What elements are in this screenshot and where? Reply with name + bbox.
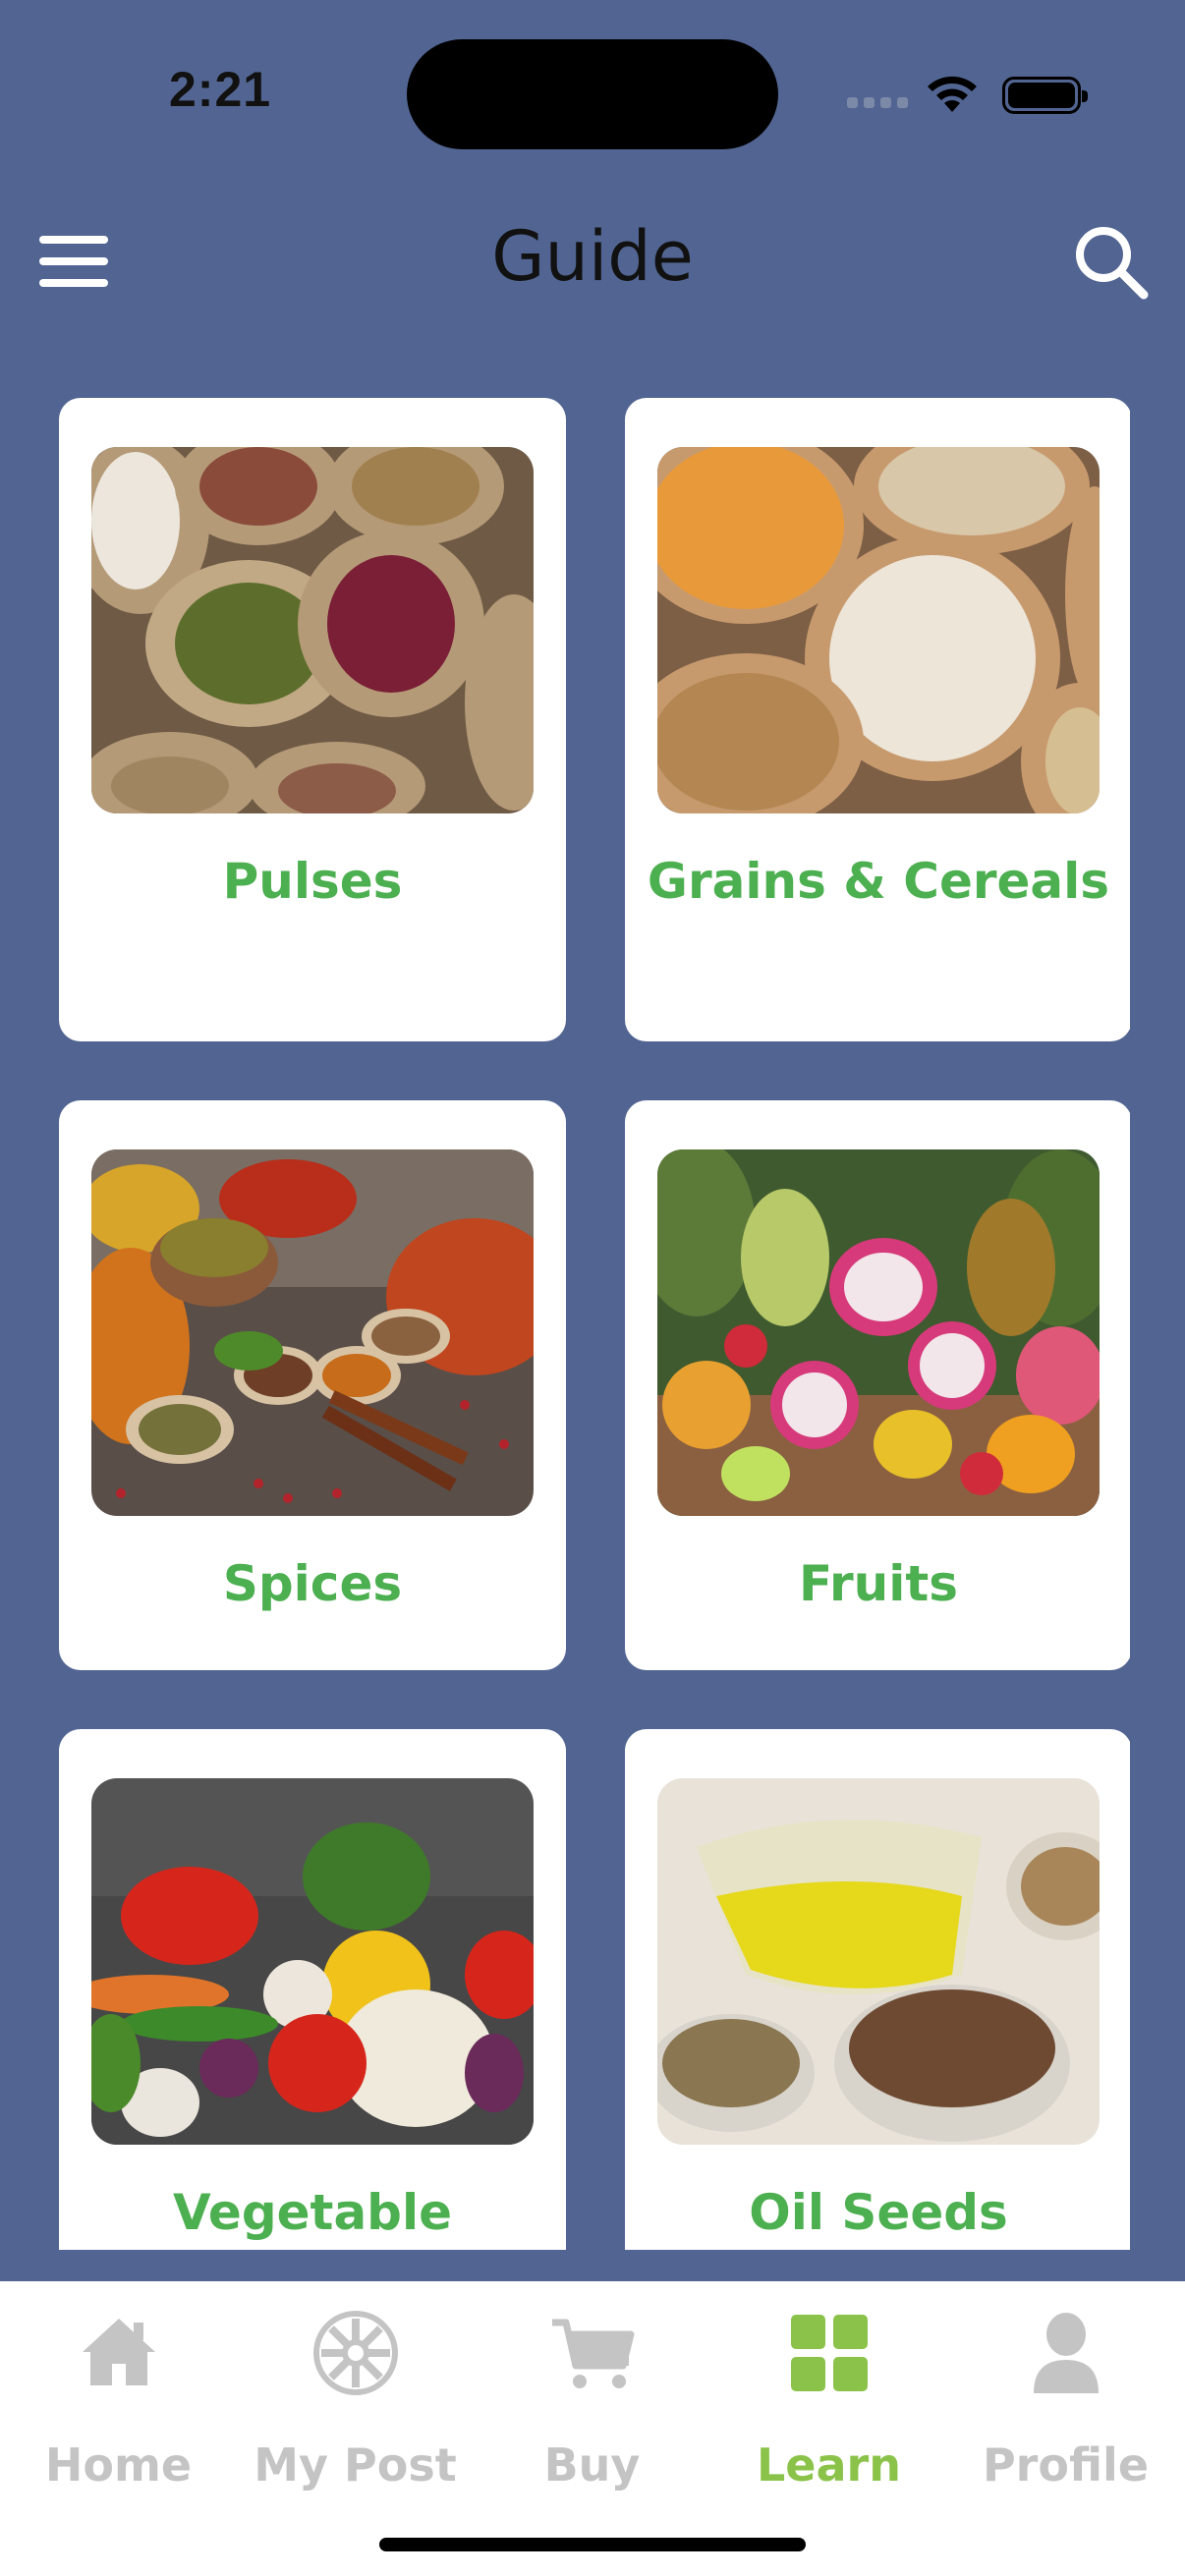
category-label-vegetable: Vegetable bbox=[172, 2184, 453, 2241]
grid-icon bbox=[790, 2315, 868, 2391]
category-card-spices[interactable]: Spices bbox=[59, 1100, 566, 1670]
wifi-icon bbox=[928, 76, 977, 112]
tab-label-learn: Learn bbox=[757, 2438, 901, 2492]
category-image-fruits bbox=[657, 1149, 1100, 1516]
battery-icon bbox=[1002, 77, 1088, 114]
status-time: 2:21 bbox=[169, 62, 272, 117]
tab-label-home: Home bbox=[44, 2438, 193, 2492]
category-card-fruits[interactable]: Fruits bbox=[625, 1100, 1130, 1670]
category-label-oil-seeds: Oil Seeds bbox=[749, 2184, 1008, 2241]
tab-label-profile: Profile bbox=[982, 2438, 1150, 2492]
tab-my-post[interactable]: My Post bbox=[237, 2281, 474, 2497]
category-grid: Pulses Grains & Cereals Spices Fruits Ve… bbox=[59, 398, 1130, 2250]
tab-home[interactable]: Home bbox=[0, 2281, 237, 2497]
page-title: Guide bbox=[491, 216, 694, 297]
category-label-grains-cereals: Grains & Cereals bbox=[647, 853, 1110, 910]
category-card-grains-cereals[interactable]: Grains & Cereals bbox=[625, 398, 1130, 1041]
tab-label-my-post: My Post bbox=[254, 2438, 457, 2492]
cart-icon bbox=[551, 2319, 634, 2388]
category-card-vegetable[interactable]: Vegetable bbox=[59, 1729, 566, 2250]
category-image-vegetable bbox=[91, 1778, 534, 2145]
tab-buy[interactable]: Buy bbox=[474, 2281, 710, 2497]
category-label-fruits: Fruits bbox=[798, 1555, 958, 1612]
app-header: Guide bbox=[0, 187, 1185, 334]
search-icon[interactable] bbox=[1071, 222, 1150, 301]
tab-profile[interactable]: Profile bbox=[947, 2281, 1184, 2497]
category-card-pulses[interactable]: Pulses bbox=[59, 398, 566, 1041]
category-card-oil-seeds[interactable]: Oil Seeds bbox=[625, 1729, 1130, 2250]
category-label-pulses: Pulses bbox=[222, 853, 403, 910]
category-image-spices bbox=[91, 1149, 534, 1516]
category-image-oil-seeds bbox=[657, 1778, 1100, 2145]
category-image-pulses bbox=[91, 447, 534, 813]
cellular-signal-icon bbox=[847, 94, 908, 108]
my-post-icon bbox=[312, 2311, 398, 2395]
dynamic-island bbox=[407, 39, 778, 149]
category-image-grains-cereals bbox=[657, 447, 1100, 813]
home-indicator bbox=[379, 2538, 806, 2551]
category-label-spices: Spices bbox=[222, 1555, 403, 1612]
profile-icon bbox=[1033, 2313, 1099, 2393]
home-icon bbox=[82, 2319, 155, 2385]
status-bar: 2:21 bbox=[0, 0, 1185, 187]
tab-label-buy: Buy bbox=[543, 2438, 641, 2492]
bottom-tab-bar: Home My Post Buy Learn Profile bbox=[0, 2281, 1185, 2576]
tab-learn[interactable]: Learn bbox=[710, 2281, 947, 2497]
